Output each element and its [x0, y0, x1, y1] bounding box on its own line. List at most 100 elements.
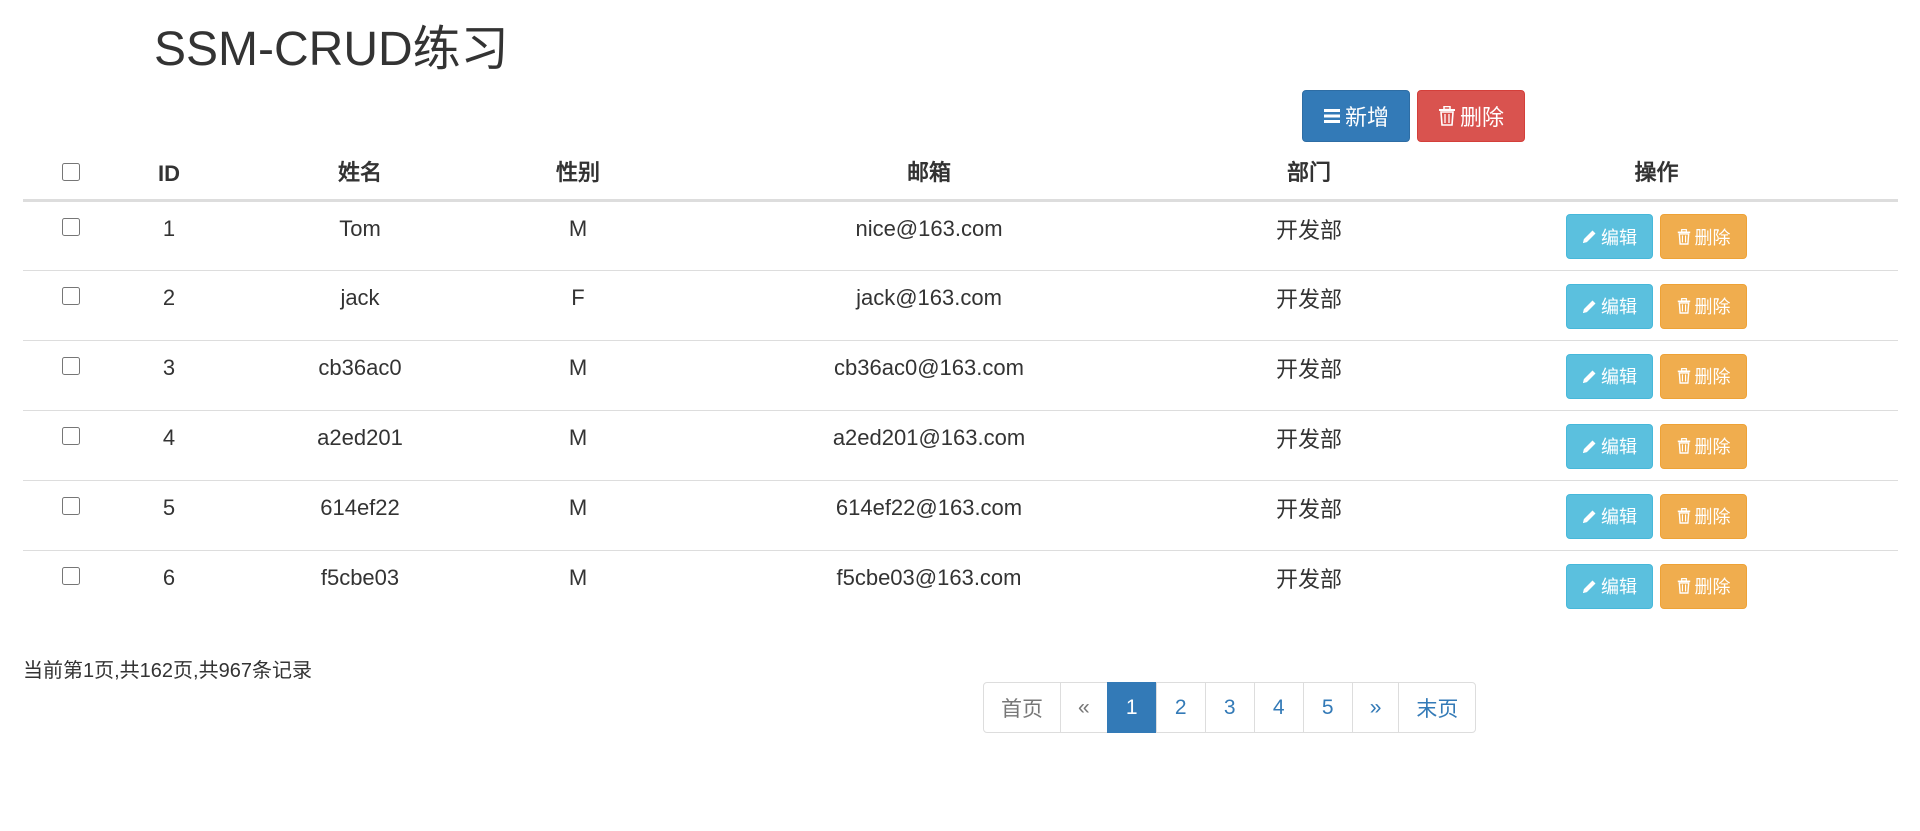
cell-department: 开发部: [1203, 340, 1415, 411]
prev-page-link[interactable]: «: [1060, 682, 1108, 733]
table-row: 6 f5cbe03 Mf5cbe03@163.com 开发部 编辑 删除: [23, 550, 1898, 620]
pagination: 首页 « 1 2 3 4 5 » 末页: [983, 682, 1477, 733]
cell-email: nice@163.com: [655, 200, 1203, 271]
row-delete-button[interactable]: 删除: [1660, 283, 1747, 329]
row-checkbox[interactable]: [62, 287, 80, 305]
cell-gender: M: [568, 565, 588, 591]
page-link-2[interactable]: 2: [1155, 682, 1206, 733]
cell-name: f5cbe03: [320, 565, 400, 591]
cell-gender: M: [501, 480, 655, 551]
trash-icon: [1677, 438, 1691, 454]
cell-name: 614ef22: [219, 480, 501, 551]
pagination-prev-item: «: [1060, 682, 1108, 733]
column-header-actions: 操作: [1415, 148, 1898, 202]
page-title: SSM-CRUD练习: [154, 23, 509, 76]
pagination-page-item: 1: [1106, 682, 1157, 733]
cell-actions: 编辑 删除: [1415, 340, 1898, 411]
table-header-row: ID 姓名 性别 邮箱 部门 操作: [23, 148, 1898, 202]
pagination-page-item: 5: [1302, 682, 1353, 733]
row-delete-button-label: 删除: [1694, 367, 1731, 387]
edit-button[interactable]: 编辑: [1566, 353, 1653, 399]
page-link-5[interactable]: 5: [1302, 682, 1353, 733]
employee-table: ID 姓名 性别 邮箱 部门 操作 1 Tom Mnice@163.com 开发部 编辑…: [23, 148, 1898, 620]
cell-department: 开发部: [1203, 410, 1415, 481]
edit-button[interactable]: 编辑: [1566, 493, 1653, 539]
cell-gender: M: [501, 410, 655, 481]
row-checkbox-cell: [23, 550, 119, 620]
cell-name: cb36ac0: [219, 340, 501, 411]
pagination-next-item: »: [1351, 682, 1400, 733]
cell-id: 1: [119, 200, 219, 271]
trash-icon: [1438, 106, 1456, 126]
row-actions: 编辑 删除: [1415, 422, 1898, 469]
pencil-icon: [1582, 439, 1597, 454]
row-actions: 编辑 删除: [1415, 492, 1898, 539]
pagination-page-item: 3: [1204, 682, 1255, 733]
cell-name: jack: [219, 270, 501, 341]
cell-email: a2ed201@163.com: [655, 410, 1203, 481]
cell-department: 开发部: [1203, 270, 1415, 341]
page-link-1[interactable]: 1: [1106, 682, 1157, 733]
delete-button-label: 删除: [1459, 105, 1504, 130]
last-page-link[interactable]: 末页: [1398, 682, 1477, 733]
cell-id: 4: [119, 410, 219, 481]
row-checkbox[interactable]: [62, 567, 80, 586]
row-delete-button[interactable]: 删除: [1660, 353, 1747, 399]
pencil-icon: [1582, 509, 1597, 524]
row-checkbox[interactable]: [62, 497, 80, 515]
row-checkbox-cell: [23, 410, 119, 481]
cell-gender: M: [501, 340, 655, 411]
row-delete-button-label: 删除: [1694, 297, 1731, 317]
row-checkbox[interactable]: [62, 357, 80, 375]
row-delete-button[interactable]: 删除: [1660, 493, 1747, 539]
add-button-label: 新增: [1344, 105, 1389, 130]
table-row: 3 cb36ac0 Mcb36ac0@163.com 开发部 编辑 删除: [23, 340, 1898, 411]
bulk-delete-button[interactable]: 删除: [1417, 90, 1525, 142]
cell-email: f5cbe03@163.com: [836, 565, 1022, 591]
cell-actions: 编辑 删除: [1415, 410, 1898, 481]
pencil-icon: [1582, 229, 1597, 244]
cell-department: 开发部: [1203, 200, 1415, 271]
edit-button[interactable]: 编辑: [1566, 214, 1653, 259]
cell-name: a2ed201: [219, 410, 501, 481]
row-delete-button-label: 删除: [1694, 577, 1731, 598]
row-delete-button[interactable]: 删除: [1660, 563, 1747, 609]
edit-button[interactable]: 编辑: [1566, 283, 1653, 329]
row-checkbox-cell: [23, 200, 119, 271]
select-all-checkbox[interactable]: [62, 162, 80, 181]
row-checkbox[interactable]: [62, 217, 80, 236]
row-delete-button[interactable]: 删除: [1660, 214, 1747, 259]
pencil-icon: [1582, 369, 1597, 384]
trash-icon: [1677, 368, 1691, 384]
page-link-3[interactable]: 3: [1204, 682, 1255, 733]
first-page-link[interactable]: 首页: [983, 682, 1061, 733]
row-checkbox[interactable]: [62, 427, 80, 445]
cell-id: 3: [119, 340, 219, 411]
table-row: 4 a2ed201 Ma2ed201@163.com 开发部 编辑 删除: [23, 410, 1898, 481]
column-header-department: 部门: [1203, 148, 1415, 202]
row-checkbox-cell: [23, 340, 119, 411]
add-employee-button[interactable]: 新增: [1302, 90, 1410, 142]
cell-department: 开发部: [1275, 567, 1342, 593]
row-actions: 编辑 删除: [1415, 352, 1898, 399]
pagination-first-item: 首页: [983, 682, 1061, 733]
column-header-id: ID: [119, 148, 219, 202]
column-header-email: 邮箱: [655, 148, 1203, 202]
cell-actions: 编辑 删除: [1415, 270, 1898, 341]
cell-name: Tom: [219, 200, 501, 271]
trash-icon: [1677, 508, 1691, 524]
row-delete-button[interactable]: 删除: [1660, 423, 1747, 469]
page-link-4[interactable]: 4: [1253, 682, 1304, 733]
next-page-link[interactable]: »: [1351, 682, 1400, 733]
pagination-page-item: 2: [1155, 682, 1206, 733]
row-checkbox-cell: [23, 480, 119, 551]
list-icon: [1323, 107, 1341, 125]
edit-button[interactable]: 编辑: [1566, 423, 1653, 469]
edit-button-label: 编辑: [1601, 437, 1637, 457]
edit-button-label: 编辑: [1601, 507, 1637, 527]
cell-email: jack@163.com: [655, 270, 1203, 341]
edit-button[interactable]: 编辑: [1566, 563, 1653, 609]
pagination-page-item: 4: [1253, 682, 1304, 733]
cell-actions: 编辑 删除: [1415, 550, 1898, 620]
column-header-gender: 性别: [501, 148, 655, 202]
